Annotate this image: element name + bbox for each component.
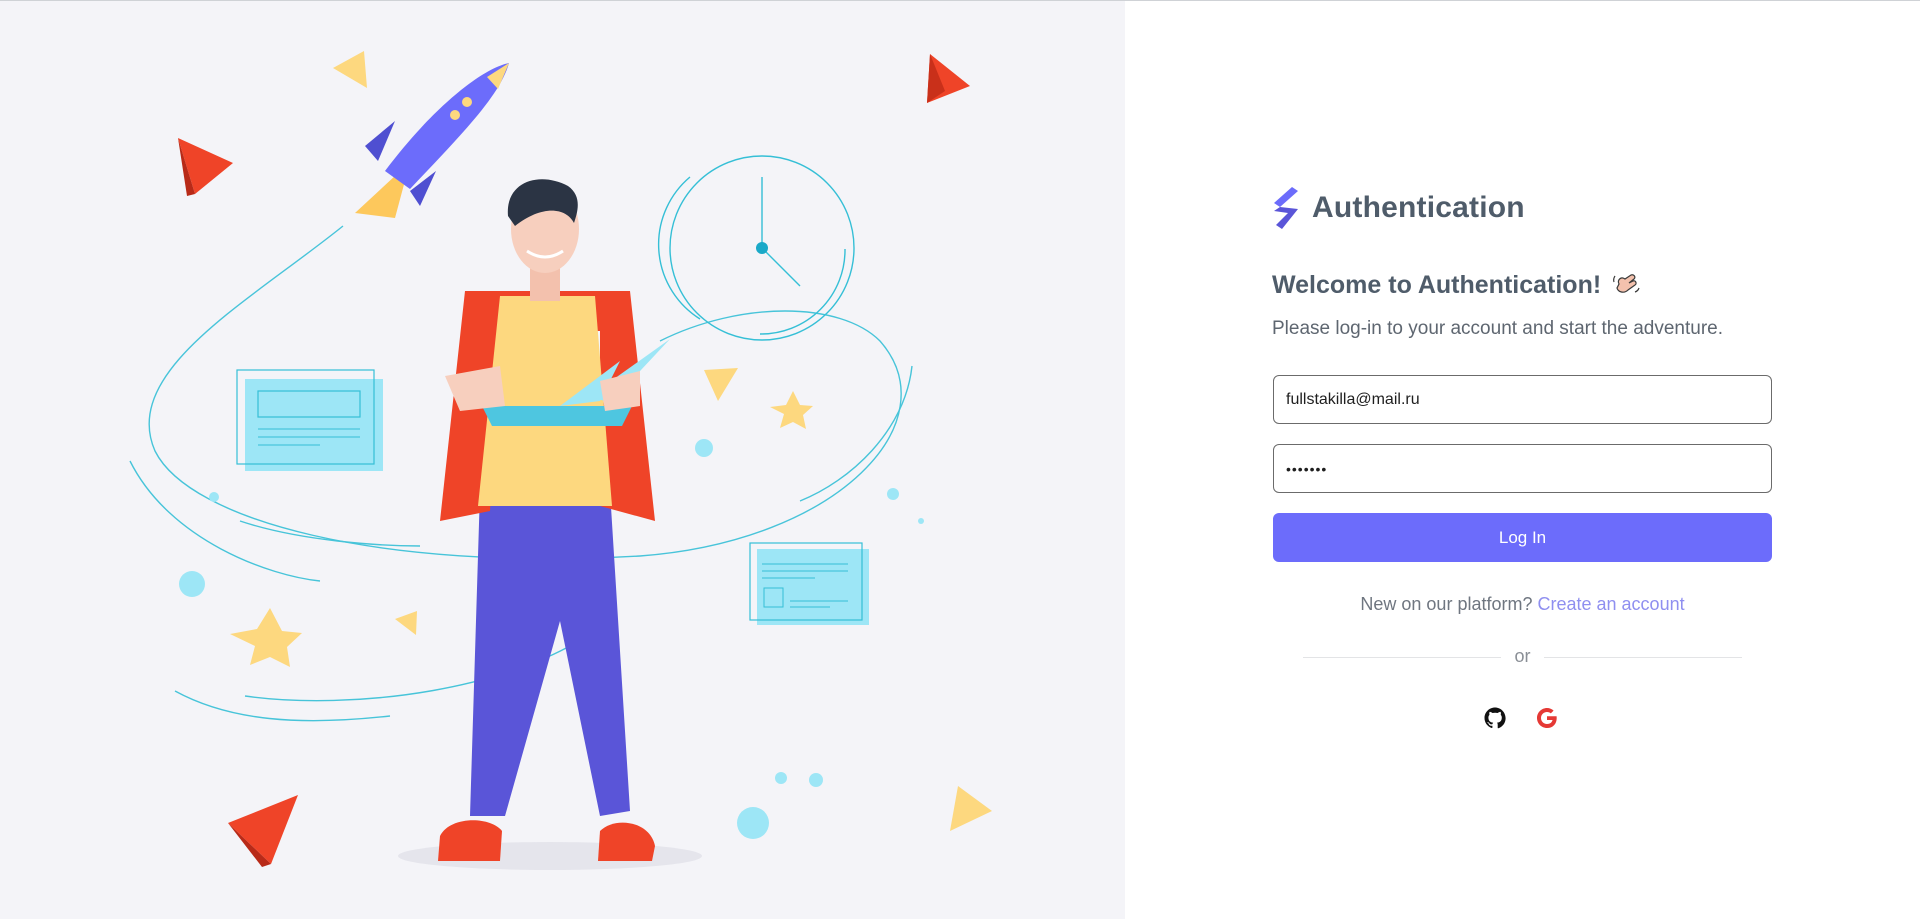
welcome-title: Welcome to Authentication! bbox=[1272, 270, 1602, 299]
signup-prompt: New on our platform? bbox=[1360, 594, 1533, 614]
s-shaped-brand-logo bbox=[1274, 187, 1298, 229]
password-field[interactable] bbox=[1273, 444, 1772, 493]
brand-name: Authentication bbox=[1312, 191, 1525, 224]
google-icon[interactable] bbox=[1535, 706, 1559, 730]
divider-label: or bbox=[1514, 646, 1531, 666]
welcome-subtitle: Please log-in to your account and start … bbox=[1272, 318, 1723, 339]
man-with-tablet-illustration bbox=[129, 51, 992, 870]
waving-hand-icon bbox=[1613, 274, 1640, 293]
create-account-link[interactable]: Create an account bbox=[1538, 594, 1685, 614]
email-field[interactable] bbox=[1273, 375, 1772, 424]
github-icon[interactable] bbox=[1483, 706, 1507, 730]
welcome-heading: Welcome to Authentication! bbox=[1272, 270, 1641, 300]
social-login bbox=[1483, 706, 1559, 730]
login-button[interactable]: Log In bbox=[1273, 513, 1772, 562]
or-divider: or bbox=[1303, 646, 1742, 668]
rocket-icon bbox=[355, 63, 509, 218]
signup-row: New on our platform? Create an account bbox=[1273, 594, 1772, 615]
man-figure bbox=[398, 179, 702, 870]
brand-header: Authentication bbox=[1272, 186, 1525, 230]
ui-card-left bbox=[236, 369, 383, 471]
ui-card-right bbox=[749, 542, 869, 625]
illustration-panel bbox=[0, 1, 1125, 919]
